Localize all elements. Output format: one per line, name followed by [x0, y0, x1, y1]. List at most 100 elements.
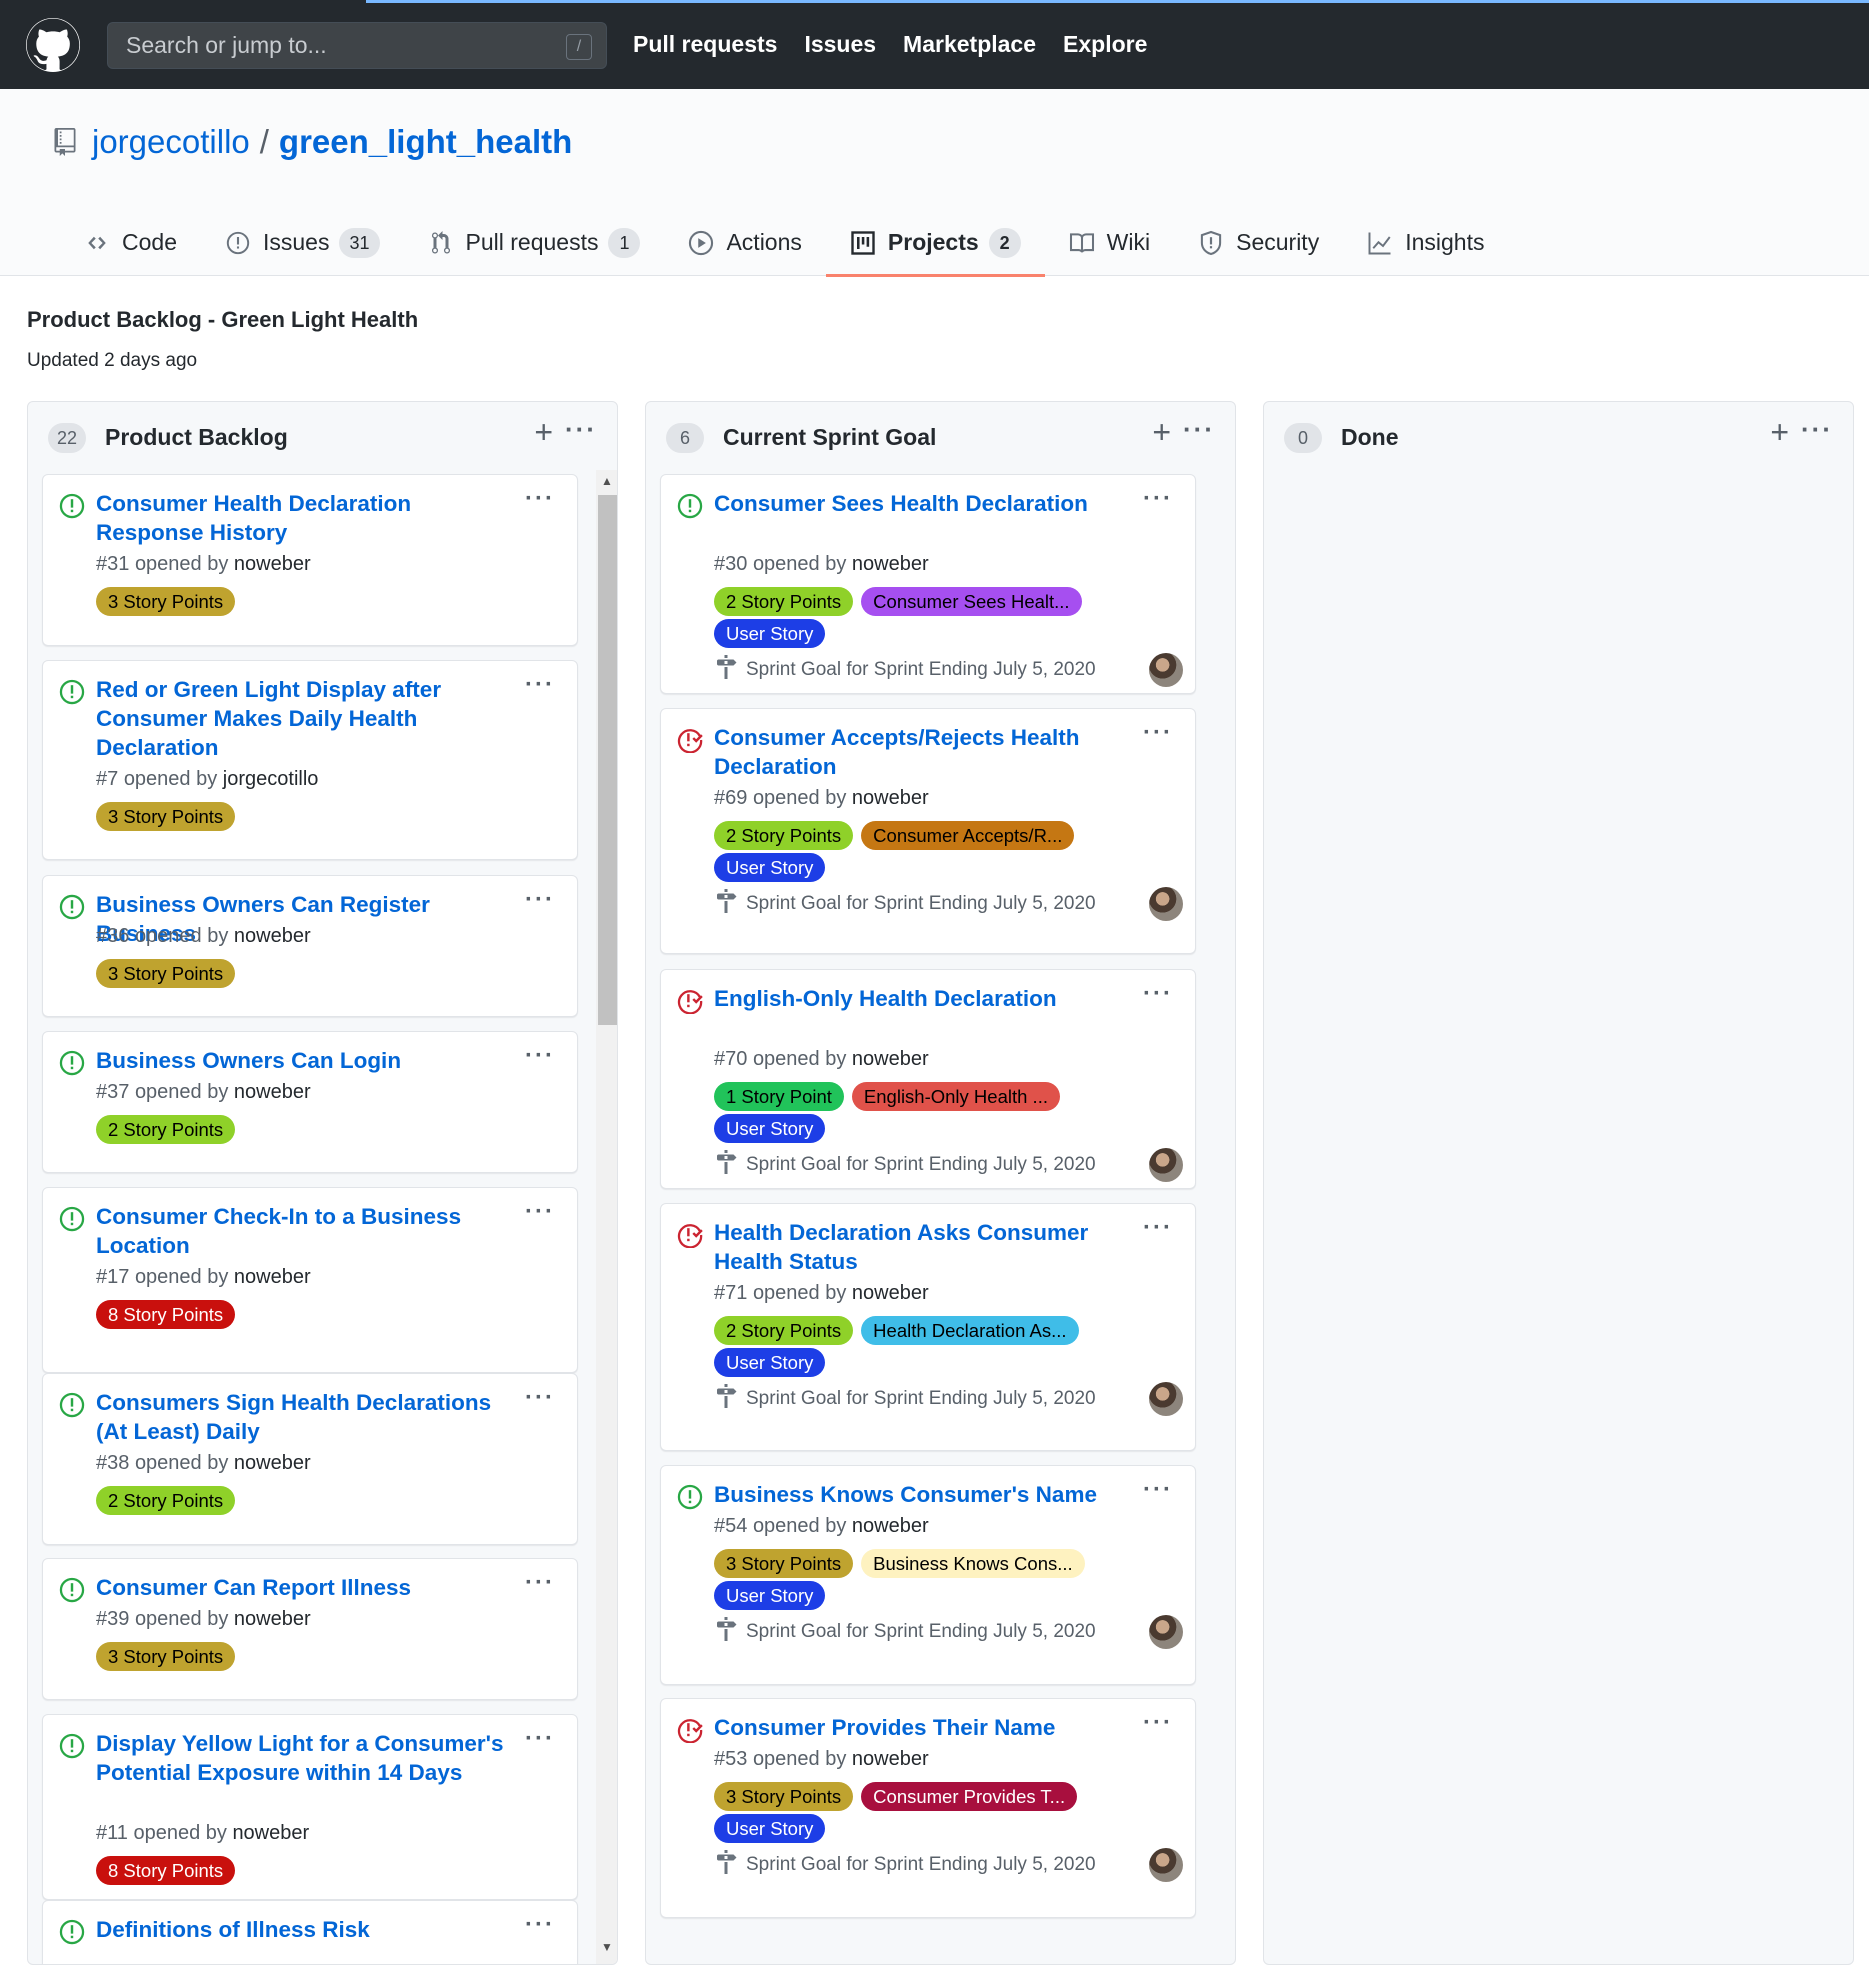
issue-milestone[interactable]: Sprint Goal for Sprint Ending July 5, 20…	[714, 655, 1096, 685]
issue-label[interactable]: 8 Story Points	[96, 1856, 236, 1885]
tab-pull-requests[interactable]: Pull requests 1	[404, 209, 665, 276]
issue-label[interactable]: 2 Story Points	[714, 821, 854, 850]
issue-title-link[interactable]: Display Yellow Light for a Consumer's Po…	[96, 1729, 506, 1787]
issue-label[interactable]: User Story	[714, 853, 826, 882]
issue-label[interactable]: 3 Story Points	[96, 959, 236, 988]
issue-label[interactable]: 2 Story Points	[714, 1316, 854, 1345]
card-menu-kebab-icon[interactable]: ···	[1143, 485, 1173, 513]
issue-author-link[interactable]: noweber	[852, 787, 929, 809]
issue-author-link[interactable]: noweber	[234, 1452, 311, 1474]
assignee-avatar[interactable]	[1149, 1382, 1183, 1416]
card-menu-kebab-icon[interactable]: ···	[525, 886, 555, 914]
issue-milestone[interactable]: Sprint Goal for Sprint Ending July 5, 20…	[714, 889, 1096, 919]
issue-label[interactable]: 3 Story Points	[96, 802, 236, 831]
issue-card[interactable]: Consumers Sign Health Declarations (At L…	[42, 1373, 578, 1545]
issue-label[interactable]: Consumer Accepts/R...	[861, 821, 1075, 850]
assignee-avatar[interactable]	[1149, 887, 1183, 921]
assignee-avatar[interactable]	[1149, 1615, 1183, 1649]
issue-card[interactable]: Consumer Check-In to a Business Location…	[42, 1187, 578, 1373]
repo-owner-link[interactable]: jorgecotillo	[92, 123, 250, 161]
card-menu-kebab-icon[interactable]: ···	[1143, 1476, 1173, 1504]
issue-label[interactable]: English-Only Health ...	[851, 1082, 1060, 1111]
column-menu-kebab-icon[interactable]: ···	[1183, 414, 1215, 445]
issue-card[interactable]: Consumer Health Declaration Response His…	[42, 474, 578, 646]
global-search[interactable]: /	[107, 22, 607, 69]
issue-label[interactable]: User Story	[714, 1348, 826, 1377]
card-menu-kebab-icon[interactable]: ···	[1143, 1709, 1173, 1737]
column-scrollbar[interactable]: ▲ ▼	[596, 470, 617, 1964]
scroll-up-arrow-icon[interactable]: ▲	[596, 474, 617, 494]
assignee-avatar[interactable]	[1149, 1148, 1183, 1182]
issue-title-link[interactable]: Red or Green Light Display after Consume…	[96, 675, 506, 762]
issue-card[interactable]: Consumer Accepts/Rejects Health Declarat…	[660, 708, 1196, 954]
issue-author-link[interactable]: noweber	[852, 1048, 929, 1070]
issue-label[interactable]: User Story	[714, 1814, 826, 1843]
card-menu-kebab-icon[interactable]: ···	[525, 1725, 555, 1753]
issue-card[interactable]: Health Declaration Asks Consumer Health …	[660, 1203, 1196, 1451]
repo-name-link[interactable]: green_light_health	[279, 123, 572, 161]
issue-label[interactable]: 2 Story Points	[96, 1486, 236, 1515]
github-logo-icon[interactable]	[26, 18, 80, 72]
issue-author-link[interactable]: noweber	[234, 553, 311, 575]
nav-explore[interactable]: Explore	[1063, 31, 1147, 58]
nav-issues[interactable]: Issues	[804, 31, 876, 58]
issue-milestone[interactable]: Sprint Goal for Sprint Ending July 5, 20…	[714, 1850, 1096, 1880]
issue-label[interactable]: User Story	[714, 619, 826, 648]
issue-title-link[interactable]: Health Declaration Asks Consumer Health …	[714, 1218, 1124, 1276]
issue-label[interactable]: User Story	[714, 1114, 826, 1143]
search-input[interactable]	[126, 23, 546, 68]
issue-author-link[interactable]: noweber	[852, 1515, 929, 1537]
tab-code[interactable]: Code	[60, 209, 201, 276]
issue-label[interactable]: 2 Story Points	[96, 1115, 236, 1144]
issue-author-link[interactable]: noweber	[852, 553, 929, 575]
tab-issues[interactable]: Issues 31	[201, 209, 404, 276]
issue-card[interactable]: Business Knows Consumer's Name ··· #54 ope…	[660, 1465, 1196, 1685]
column-menu-kebab-icon[interactable]: ···	[1801, 414, 1833, 445]
nav-marketplace[interactable]: Marketplace	[903, 31, 1036, 58]
issue-card[interactable]: Consumer Provides Their Name ··· #53 opene…	[660, 1698, 1196, 1918]
issue-label[interactable]: 8 Story Points	[96, 1300, 236, 1329]
tab-security[interactable]: Security	[1174, 209, 1343, 276]
issue-card[interactable]: Definitions of Illness Risk ···	[42, 1900, 578, 1964]
issue-card[interactable]: Consumer Can Report Illness ··· #39 opened…	[42, 1558, 578, 1700]
issue-label[interactable]: 3 Story Points	[714, 1782, 854, 1811]
scrollbar-thumb[interactable]	[598, 495, 617, 1025]
tab-wiki[interactable]: Wiki	[1045, 209, 1174, 276]
issue-card[interactable]: Business Owners Can Register Business ···…	[42, 875, 578, 1017]
issue-card[interactable]: English-Only Health Declaration ··· #70 op…	[660, 969, 1196, 1189]
tab-projects[interactable]: Projects 2	[825, 209, 1045, 277]
issue-label[interactable]: Health Declaration As...	[861, 1316, 1079, 1345]
issue-card[interactable]: Consumer Sees Health Declaration ··· #30 o…	[660, 474, 1196, 694]
issue-title-link[interactable]: Definitions of Illness Risk	[96, 1915, 506, 1944]
issue-title-link[interactable]: English-Only Health Declaration	[714, 984, 1124, 1013]
card-menu-kebab-icon[interactable]: ···	[525, 485, 555, 513]
issue-milestone[interactable]: Sprint Goal for Sprint Ending July 5, 20…	[714, 1617, 1096, 1647]
issue-card[interactable]: Business Owners Can Login ··· #37 opened b…	[42, 1031, 578, 1173]
scroll-down-arrow-icon[interactable]: ▼	[596, 1940, 617, 1960]
issue-title-link[interactable]: Business Owners Can Login	[96, 1046, 506, 1075]
card-menu-kebab-icon[interactable]: ···	[1143, 1214, 1173, 1242]
issue-author-link[interactable]: noweber	[234, 925, 311, 947]
card-menu-kebab-icon[interactable]: ···	[525, 1384, 555, 1412]
issue-title-link[interactable]: Consumer Sees Health Declaration	[714, 489, 1124, 518]
add-card-plus-icon[interactable]: +	[1152, 416, 1171, 448]
issue-label[interactable]: 3 Story Points	[96, 587, 236, 616]
issue-label[interactable]: User Story	[714, 1581, 826, 1610]
issue-title-link[interactable]: Business Knows Consumer's Name	[714, 1480, 1124, 1509]
issue-title-link[interactable]: Consumer Health Declaration Response His…	[96, 489, 506, 547]
issue-milestone[interactable]: Sprint Goal for Sprint Ending July 5, 20…	[714, 1384, 1096, 1414]
issue-label[interactable]: Business Knows Cons...	[861, 1549, 1085, 1578]
nav-pull-requests[interactable]: Pull requests	[633, 31, 777, 58]
issue-label[interactable]: Consumer Provides T...	[861, 1782, 1078, 1811]
card-menu-kebab-icon[interactable]: ···	[525, 1198, 555, 1226]
issue-card[interactable]: Display Yellow Light for a Consumer's Po…	[42, 1714, 578, 1900]
issue-card[interactable]: Red or Green Light Display after Consume…	[42, 660, 578, 860]
card-menu-kebab-icon[interactable]: ···	[525, 671, 555, 699]
issue-author-link[interactable]: noweber	[852, 1282, 929, 1304]
issue-author-link[interactable]: noweber	[852, 1748, 929, 1770]
issue-title-link[interactable]: Consumer Accepts/Rejects Health Declarat…	[714, 723, 1124, 781]
issue-author-link[interactable]: noweber	[232, 1822, 309, 1844]
column-menu-kebab-icon[interactable]: ···	[565, 414, 597, 445]
issue-title-link[interactable]: Consumer Can Report Illness	[96, 1573, 506, 1602]
assignee-avatar[interactable]	[1149, 653, 1183, 687]
